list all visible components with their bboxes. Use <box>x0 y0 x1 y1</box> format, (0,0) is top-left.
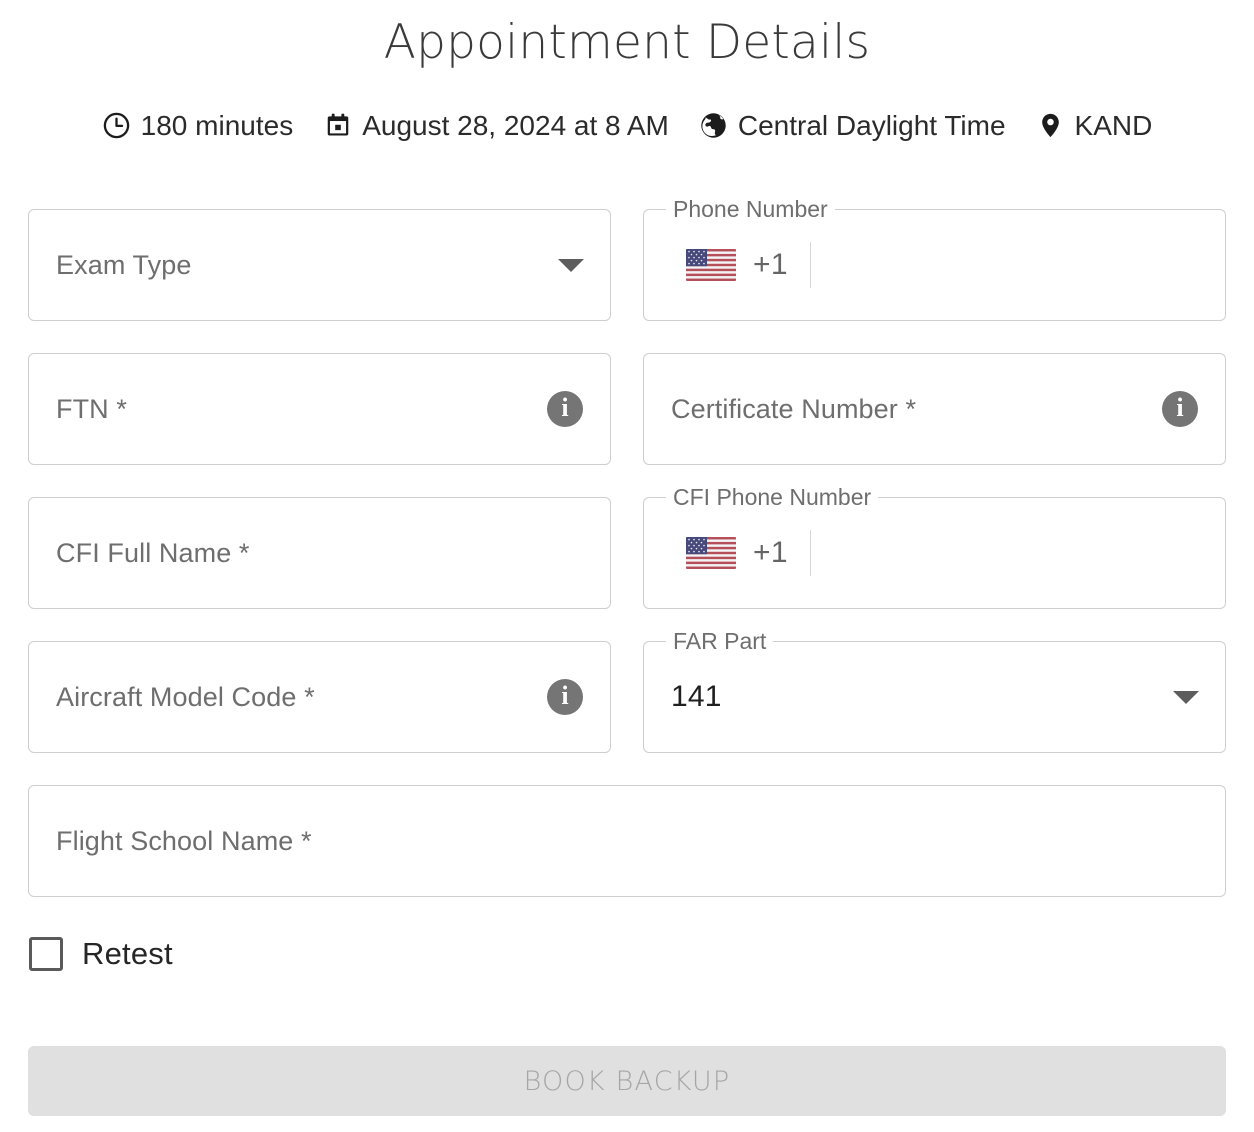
form-col-ftn: FTN * i <box>28 353 611 465</box>
ftn-field[interactable]: FTN * i <box>28 353 611 465</box>
cfi-phone-number-input[interactable] <box>811 498 1201 608</box>
cfi-phone-number-field[interactable]: CFI Phone Number +1 <box>643 484 1226 609</box>
far-part-value: 141 <box>671 680 722 713</box>
meta-item-timezone: Central Daylight Time <box>699 110 1006 140</box>
chevron-down-icon[interactable] <box>1173 690 1199 704</box>
flight-school-name-placeholder: Flight School Name * <box>56 825 312 856</box>
cfi-full-name-placeholder: CFI Full Name * <box>56 537 250 568</box>
us-flag-icon[interactable] <box>686 537 736 569</box>
meta-location-label: KAND <box>1074 110 1153 141</box>
meta-timezone-label: Central Daylight Time <box>737 110 1006 141</box>
far-part-select[interactable]: FAR Part 141 <box>643 628 1226 753</box>
form-row-5: Flight School Name * <box>28 785 1226 897</box>
info-icon[interactable]: i <box>1162 391 1198 427</box>
appointment-form: Exam Type Phone Number +1 FTN * i Certif… <box>28 196 1226 979</box>
retest-checkbox[interactable] <box>29 937 63 971</box>
chevron-down-icon[interactable] <box>558 258 584 272</box>
meta-item-datetime: August 28, 2024 at 8 AM <box>323 110 669 140</box>
form-row-3: CFI Full Name * CFI Phone Number +1 <box>28 484 1226 609</box>
exam-type-placeholder: Exam Type <box>56 249 192 280</box>
aircraft-model-code-field[interactable]: Aircraft Model Code * i <box>28 641 611 753</box>
certificate-number-placeholder: Certificate Number * <box>671 393 917 424</box>
meta-item-duration: 180 minutes <box>102 110 294 141</box>
form-col-cfi-full-name: CFI Full Name * <box>28 497 611 609</box>
cfi-phone-dial-code: +1 <box>753 536 788 569</box>
info-icon[interactable]: i <box>547 391 583 427</box>
form-row-4: Aircraft Model Code * i FAR Part 141 <box>28 628 1226 753</box>
appointment-meta-row: 180 minutes August 28, 2024 at 8 AM Cent… <box>0 105 1254 145</box>
form-row-1: Exam Type Phone Number +1 <box>28 196 1226 321</box>
us-flag-icon[interactable] <box>686 249 736 281</box>
cfi-phone-number-legend: CFI Phone Number <box>666 484 879 510</box>
submit-button-container: BOOK BACKUP <box>28 1046 1226 1116</box>
calendar-icon <box>323 110 353 140</box>
book-backup-button[interactable]: BOOK BACKUP <box>28 1046 1226 1116</box>
ftn-placeholder: FTN * <box>56 393 127 424</box>
form-col-exam-type: Exam Type <box>28 209 611 321</box>
meta-item-location: KAND <box>1036 110 1153 141</box>
aircraft-model-code-placeholder: Aircraft Model Code * <box>56 681 315 712</box>
form-col-phone-number: Phone Number +1 <box>643 196 1226 321</box>
form-col-cfi-phone-number: CFI Phone Number +1 <box>643 484 1226 609</box>
cfi-full-name-field[interactable]: CFI Full Name * <box>28 497 611 609</box>
exam-type-select[interactable]: Exam Type <box>28 209 611 321</box>
flight-school-name-field[interactable]: Flight School Name * <box>28 785 1226 897</box>
phone-dial-code: +1 <box>753 248 788 281</box>
form-col-aircraft-model-code: Aircraft Model Code * i <box>28 641 611 753</box>
meta-duration-label: 180 minutes <box>140 110 294 141</box>
form-col-far-part: FAR Part 141 <box>643 628 1226 753</box>
meta-datetime-label: August 28, 2024 at 8 AM <box>362 110 669 141</box>
phone-number-field[interactable]: Phone Number +1 <box>643 196 1226 321</box>
page-title: Appointment Details <box>383 15 871 70</box>
retest-label: Retest <box>82 936 173 971</box>
location-pin-icon <box>1036 110 1066 140</box>
globe-icon <box>699 110 729 140</box>
retest-checkbox-row[interactable]: Retest <box>29 929 1226 979</box>
form-row-2: FTN * i Certificate Number * i <box>28 353 1226 465</box>
phone-number-input[interactable] <box>811 210 1201 320</box>
far-part-legend: FAR Part <box>666 628 774 654</box>
phone-number-legend: Phone Number <box>666 196 835 222</box>
certificate-number-field[interactable]: Certificate Number * i <box>643 353 1226 465</box>
form-col-certificate-number: Certificate Number * i <box>643 353 1226 465</box>
clock-icon <box>102 110 132 140</box>
form-col-flight-school-name: Flight School Name * <box>28 785 1226 897</box>
info-icon[interactable]: i <box>547 679 583 715</box>
